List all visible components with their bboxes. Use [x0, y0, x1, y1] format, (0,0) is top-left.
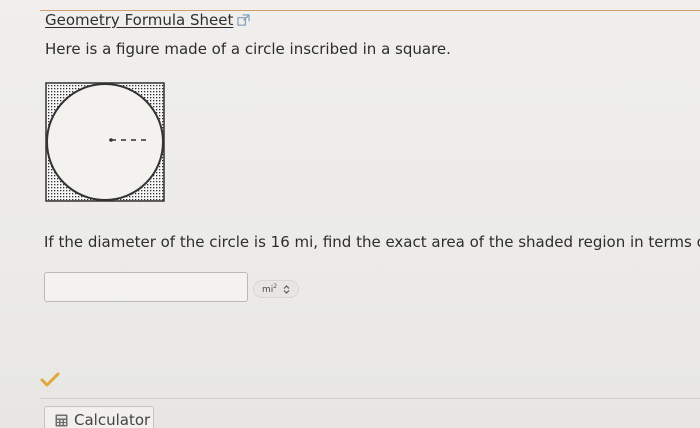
screen: Geometry Formula Sheet Here is a figure … — [0, 0, 700, 428]
problem-intro: Here is a figure made of a circle inscri… — [45, 40, 451, 58]
calculator-label: Calculator — [74, 411, 151, 428]
unit-label: mi2 — [262, 283, 277, 295]
bottom-divider — [40, 398, 700, 399]
inscribed-circle — [46, 83, 164, 201]
calculator-button[interactable]: Calculator — [44, 406, 154, 428]
up-down-chevron-icon — [283, 284, 290, 294]
check-icon — [40, 372, 60, 387]
circle-in-square-figure — [45, 82, 165, 202]
unit-base: mi — [261, 285, 274, 295]
problem-question: If the diameter of the circle is 16 mi, … — [44, 233, 700, 251]
unit-select[interactable]: mi2 — [253, 280, 299, 298]
external-link-icon[interactable] — [237, 13, 250, 27]
calculator-icon — [55, 414, 68, 426]
unit-exponent: 2 — [273, 283, 278, 290]
answer-input[interactable] — [44, 272, 248, 302]
geometry-formula-sheet-link[interactable]: Geometry Formula Sheet — [45, 11, 233, 29]
formula-sheet-row: Geometry Formula Sheet — [45, 11, 250, 29]
